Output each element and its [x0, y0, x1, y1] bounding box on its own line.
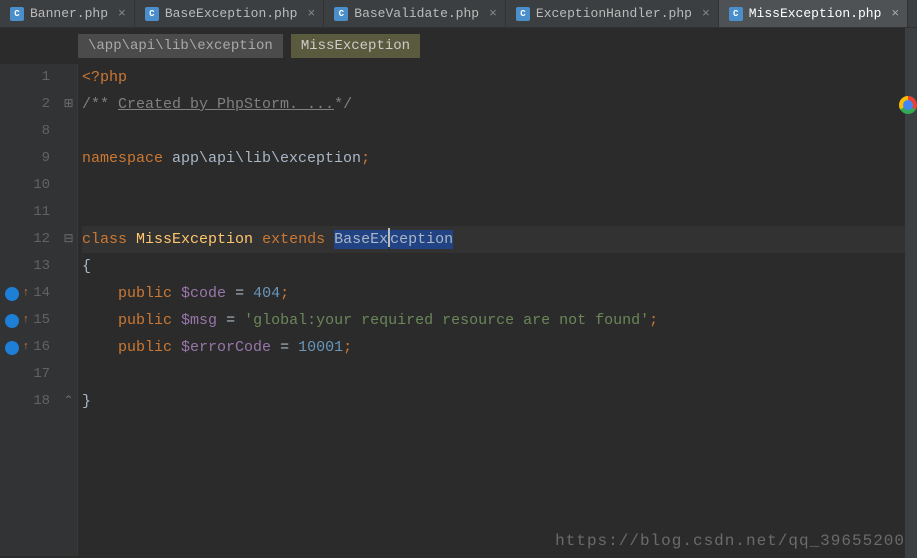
public-keyword: public: [118, 339, 172, 356]
line-number: 18: [0, 388, 50, 415]
tab-label: BaseException.php: [165, 6, 298, 21]
var-errorcode: $errorCode: [181, 339, 271, 356]
brace-open: {: [82, 258, 91, 275]
tab-label: BaseValidate.php: [354, 6, 479, 21]
fold-spacer: [60, 334, 77, 361]
breadcrumb-current[interactable]: MissException: [291, 34, 420, 58]
breadcrumb: \app\api\lib\exception MissException: [0, 28, 917, 64]
php-file-icon: C: [729, 7, 743, 21]
public-keyword: public: [118, 285, 172, 302]
tab-label: MissException.php: [749, 6, 882, 21]
tab-banner[interactable]: C Banner.php ×: [0, 0, 135, 27]
namespace-value: app\api\lib\exception: [172, 150, 361, 167]
fold-spacer: [60, 307, 77, 334]
namespace-keyword: namespace: [82, 150, 163, 167]
tab-label: ExceptionHandler.php: [536, 6, 692, 21]
msg-value: 'global:your required resource are not f…: [244, 312, 649, 329]
line-number: 8: [0, 118, 50, 145]
tab-config[interactable]: ⚙ config.php ×: [908, 0, 917, 27]
php-file-icon: C: [516, 7, 530, 21]
close-icon[interactable]: ×: [489, 6, 497, 21]
doc-open: /**: [82, 96, 118, 113]
class-name: MissException: [136, 231, 253, 248]
line-number: ↑15: [0, 307, 50, 334]
tab-label: Banner.php: [30, 6, 108, 21]
chrome-icon: [899, 96, 917, 114]
line-number: 10: [0, 172, 50, 199]
line-number: ↑14: [0, 280, 50, 307]
editor-tabs: C Banner.php × C BaseException.php × C B…: [0, 0, 917, 28]
fold-collapse-icon[interactable]: ⊟: [60, 226, 77, 253]
text-cursor: [388, 228, 390, 247]
fold-spacer: [60, 145, 77, 172]
public-keyword: public: [118, 312, 172, 329]
close-icon[interactable]: ×: [307, 6, 315, 21]
up-arrow-icon: ↑: [23, 334, 30, 361]
override-mark-icon[interactable]: [5, 341, 19, 355]
tab-missexception[interactable]: C MissException.php ×: [719, 0, 908, 27]
var-code: $code: [181, 285, 226, 302]
fold-end-icon[interactable]: ⌃: [60, 388, 77, 415]
fold-spacer: [60, 253, 77, 280]
code-area[interactable]: <?php /** Created by PhpStorm. ...*/ nam…: [78, 64, 917, 556]
doc-text: Created by PhpStorm. ...: [118, 96, 334, 113]
class-keyword: class: [82, 231, 127, 248]
line-number: 2: [0, 91, 50, 118]
php-file-icon: C: [145, 7, 159, 21]
code-value: 404: [253, 285, 280, 302]
fold-expand-icon[interactable]: ⊞: [60, 91, 77, 118]
watermark-text: https://blog.csdn.net/qq_39655200: [555, 532, 905, 550]
line-number: ↑16: [0, 334, 50, 361]
code-editor[interactable]: 1 2 8 9 10 11 12 13 ↑14 ↑15 ↑16 17 18 ⊞ …: [0, 64, 917, 556]
var-msg: $msg: [181, 312, 217, 329]
php-file-icon: C: [10, 7, 24, 21]
tab-basevalidate[interactable]: C BaseValidate.php ×: [324, 0, 506, 27]
close-icon[interactable]: ×: [702, 6, 710, 21]
line-number: 11: [0, 199, 50, 226]
tab-baseexception[interactable]: C BaseException.php ×: [135, 0, 324, 27]
line-number: 13: [0, 253, 50, 280]
fold-spacer: [60, 118, 77, 145]
up-arrow-icon: ↑: [23, 307, 30, 334]
fold-column: ⊞ ⊟ ⌃: [60, 64, 78, 556]
line-number: 1: [0, 64, 50, 91]
line-gutter: 1 2 8 9 10 11 12 13 ↑14 ↑15 ↑16 17 18: [0, 64, 60, 556]
close-icon[interactable]: ×: [118, 6, 126, 21]
line-number: 12: [0, 226, 50, 253]
php-open-tag: <?php: [82, 69, 127, 86]
tab-exceptionhandler[interactable]: C ExceptionHandler.php ×: [506, 0, 719, 27]
line-number: 17: [0, 361, 50, 388]
selected-text-left: BaseEx: [334, 230, 388, 249]
fold-spacer: [60, 361, 77, 388]
errorcode-value: 10001: [298, 339, 343, 356]
semicolon: ;: [361, 150, 370, 167]
php-file-icon: C: [334, 7, 348, 21]
doc-close: */: [334, 96, 352, 113]
breadcrumb-path[interactable]: \app\api\lib\exception: [78, 34, 283, 58]
extends-keyword: extends: [262, 231, 325, 248]
line-number: 9: [0, 145, 50, 172]
fold-spacer: [60, 199, 77, 226]
brace-close: }: [82, 393, 91, 410]
override-mark-icon[interactable]: [5, 287, 19, 301]
fold-spacer: [60, 280, 77, 307]
fold-spacer: [60, 172, 77, 199]
fold-spacer: [60, 64, 77, 91]
up-arrow-icon: ↑: [23, 280, 30, 307]
override-mark-icon[interactable]: [5, 314, 19, 328]
close-icon[interactable]: ×: [891, 6, 899, 21]
selected-text-right: ception: [390, 230, 453, 249]
